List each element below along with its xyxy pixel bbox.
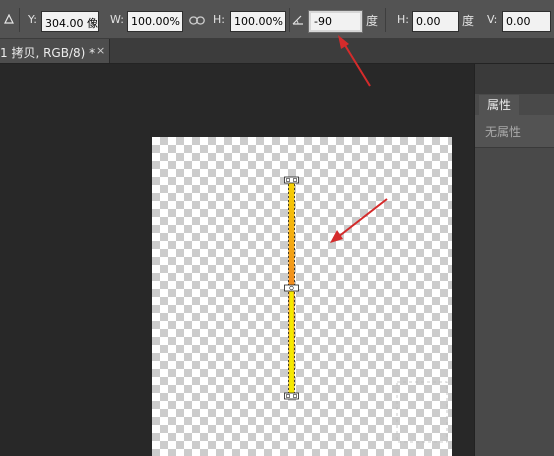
panel-header-strip [475, 64, 554, 94]
properties-panel-body: 无属性 [475, 115, 554, 148]
annotation-arrow-top [338, 35, 371, 87]
transform-handle-middle[interactable] [284, 284, 299, 292]
annotation-arrow-canvas [330, 198, 388, 243]
no-properties-text: 无属性 [485, 125, 522, 139]
properties-panel: 属性 无属性 [474, 64, 554, 456]
canvas-overlay [284, 35, 448, 443]
transform-handle-bottom[interactable] [284, 392, 299, 400]
faint-marquee-outline [396, 381, 448, 443]
tab-properties[interactable]: 属性 [479, 95, 519, 115]
transform-handle-top[interactable] [284, 176, 299, 184]
